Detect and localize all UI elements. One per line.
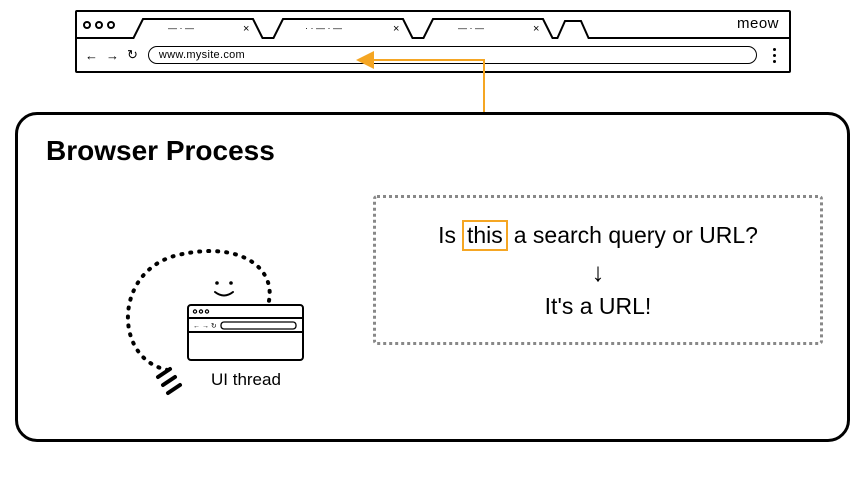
tab-3[interactable]: — · — ×	[413, 17, 563, 39]
back-icon[interactable]: ←	[85, 48, 98, 63]
minimize-icon	[95, 21, 103, 29]
browser-process-box: Browser Process ← → ↻ UI thread	[15, 112, 850, 442]
svg-text:×: ×	[243, 23, 249, 35]
question-line: Is this a search query or URL?	[438, 220, 758, 252]
browser-brand-label: meow	[737, 15, 779, 32]
svg-text:— · —: — · —	[458, 23, 484, 33]
reload-icon[interactable]: ↻	[127, 47, 138, 63]
question-highlight: this	[462, 220, 508, 252]
tab-bar: — · — × · · — · — × — · — × meow	[77, 12, 789, 39]
process-title: Browser Process	[46, 135, 275, 167]
url-text: www.mysite.com	[159, 49, 245, 61]
browser-window: — · — × · · — · — × — · — × meow	[75, 10, 791, 73]
nav-buttons: ← → ↻	[85, 47, 138, 63]
svg-text:— · —: — · —	[168, 23, 194, 33]
svg-text:← → ↻: ← → ↻	[193, 323, 217, 330]
question-prefix: Is	[438, 222, 456, 249]
tab-2[interactable]: · · — · — ×	[263, 17, 423, 39]
zoom-icon	[107, 21, 115, 29]
down-arrow-icon: ↓	[592, 259, 605, 285]
menu-icon[interactable]	[767, 48, 781, 63]
ui-thread-label: UI thread	[211, 370, 281, 390]
address-bar-row: ← → ↻ www.mysite.com	[77, 39, 789, 71]
close-icon	[83, 21, 91, 29]
svg-text:×: ×	[393, 23, 399, 35]
svg-text:×: ×	[533, 23, 539, 35]
tab-1[interactable]: — · — ×	[123, 17, 273, 39]
ui-thread-doodle: ← → ↻ UI thread	[103, 210, 323, 400]
svg-text:· · — · —: · · — · —	[305, 23, 342, 33]
answer-line: It's a URL!	[545, 293, 652, 320]
forward-icon[interactable]: →	[106, 48, 119, 63]
thought-bubble: Is this a search query or URL? ↓ It's a …	[373, 195, 823, 345]
traffic-lights	[83, 21, 115, 29]
new-tab-button[interactable]	[553, 17, 593, 39]
question-suffix: a search query or URL?	[514, 222, 758, 249]
url-input[interactable]: www.mysite.com	[148, 46, 757, 64]
